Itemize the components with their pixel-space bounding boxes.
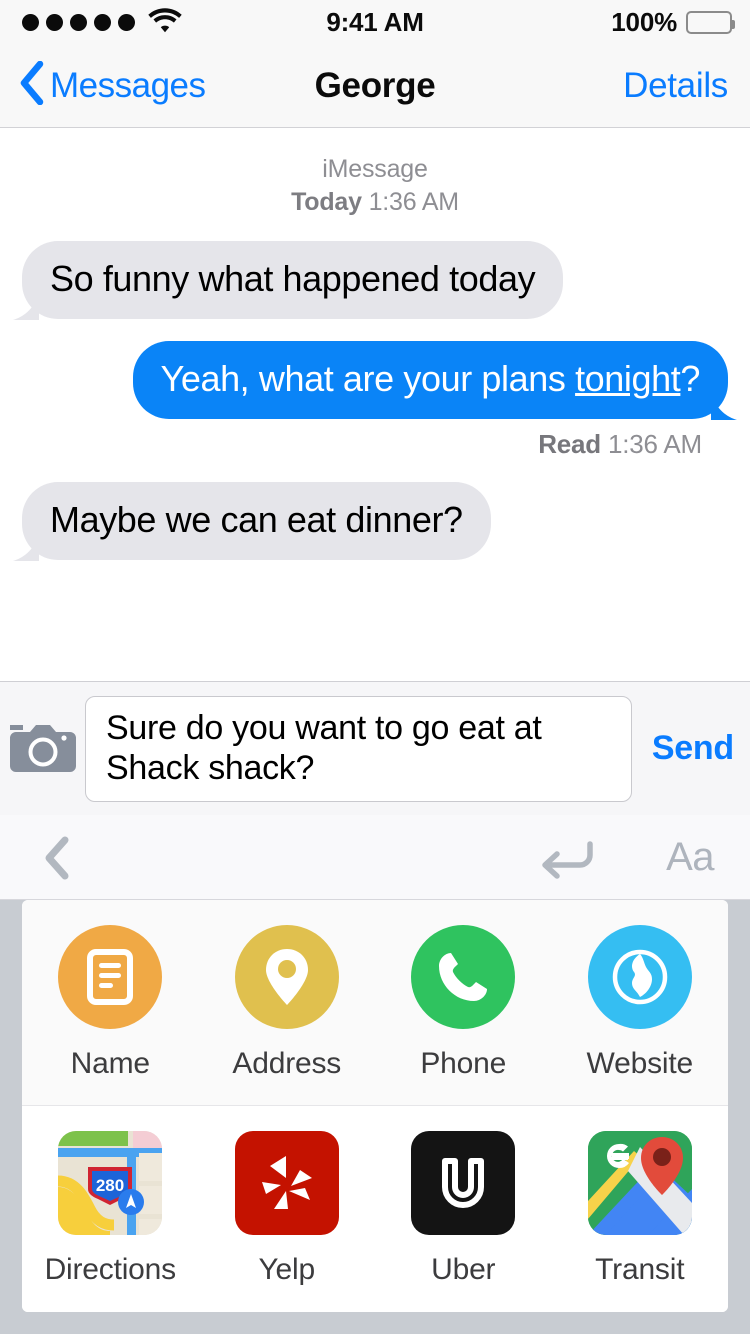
thread-timestamp-header: iMessage Today 1:36 AM <box>0 128 750 219</box>
camera-button[interactable] <box>0 720 85 777</box>
accessory-back-button[interactable] <box>42 836 70 885</box>
battery-percent-label: 100% <box>611 6 677 37</box>
phone-icon-wrap <box>411 924 516 1029</box>
name-icon-wrap <box>58 924 163 1029</box>
bubble-tail-icon <box>711 394 737 420</box>
details-button[interactable]: Details <box>623 44 728 127</box>
action-item-label: Phone <box>420 1046 507 1080</box>
action-item-label: Uber <box>431 1253 496 1286</box>
bubble-tail-icon <box>13 294 39 320</box>
messages-screen: 9:41 AM 100% Messages George Details iMe… <box>0 0 750 1334</box>
battery-full-icon <box>686 10 735 34</box>
action-item-label: Address <box>232 1046 342 1080</box>
globe-icon <box>587 924 692 1029</box>
action-item-directions[interactable]: 280 Directions <box>22 1106 199 1312</box>
message-row-incoming-2: Maybe we can eat dinner? <box>0 482 750 561</box>
message-link-tonight[interactable]: tonight <box>575 358 681 399</box>
action-sheet-row-apps: 280 Directions Yelp Uber Transit <box>22 1106 728 1312</box>
message-text-after-link: ? <box>680 358 700 399</box>
message-text: Maybe we can eat dinner? <box>50 499 463 540</box>
thread-day-label: Today <box>291 188 362 216</box>
address-icon-wrap <box>234 924 339 1029</box>
message-bubble[interactable]: So funny what happened today <box>13 241 564 320</box>
message-input-bar: Sure do you want to go eat at Shack shac… <box>0 681 750 815</box>
message-text-before-link: Yeah, what are your plans <box>160 358 576 399</box>
message-row-incoming-1: So funny what happened today <box>0 241 750 320</box>
action-item-uber[interactable]: Uber <box>375 1106 552 1312</box>
send-button[interactable]: Send <box>646 729 750 768</box>
uber-icon-wrap <box>411 1131 516 1235</box>
action-item-website[interactable]: Website <box>552 900 729 1105</box>
action-item-label: Directions <box>44 1253 177 1286</box>
accessory-return-button[interactable] <box>536 839 596 884</box>
status-bar: 9:41 AM 100% <box>0 0 750 44</box>
receipt-status: Read <box>538 429 601 459</box>
action-item-yelp[interactable]: Yelp <box>199 1106 376 1312</box>
service-label: iMessage <box>322 155 428 183</box>
apple-maps-icon: 280 <box>58 1131 163 1235</box>
svg-text:280: 280 <box>96 1176 124 1195</box>
action-item-name[interactable]: Name <box>22 900 199 1105</box>
action-item-label: Transit <box>595 1253 685 1286</box>
chevron-left-icon <box>42 836 70 884</box>
message-transcript[interactable]: iMessage Today 1:36 AM So funny what hap… <box>0 128 750 681</box>
message-row-outgoing-1: Yeah, what are your plans tonight? Read … <box>0 341 750 460</box>
map-pin-icon <box>234 924 339 1029</box>
text-format-button[interactable]: Aa <box>666 815 714 899</box>
message-bubble[interactable]: Yeah, what are your plans tonight? <box>132 341 737 420</box>
delivery-receipt: Read 1:36 AM <box>22 429 728 460</box>
navigation-bar: Messages George Details <box>0 44 750 128</box>
action-sheet-row-fields: Name Address Phone Website <box>22 900 728 1106</box>
action-item-phone[interactable]: Phone <box>375 900 552 1105</box>
google-maps-icon <box>587 1131 692 1235</box>
message-compose-input[interactable]: Sure do you want to go eat at Shack shac… <box>85 695 632 802</box>
bubble-tail-icon <box>13 535 39 561</box>
camera-icon <box>9 720 76 777</box>
status-bar-right: 100% <box>611 0 735 44</box>
message-bubble[interactable]: Maybe we can eat dinner? <box>13 482 491 561</box>
receipt-time: 1:36 AM <box>608 429 702 459</box>
action-item-label: Website <box>586 1046 694 1080</box>
action-item-label: Name <box>70 1046 150 1080</box>
action-item-transit[interactable]: Transit <box>552 1106 729 1312</box>
return-arrow-icon <box>536 841 596 883</box>
message-text: So funny what happened today <box>50 258 536 299</box>
yelp-icon <box>234 1131 339 1235</box>
transit-icon-wrap <box>587 1131 692 1235</box>
keyboard-accessory-toolbar: Aa <box>0 815 750 900</box>
website-icon-wrap <box>587 924 692 1029</box>
yelp-icon-wrap <box>234 1131 339 1235</box>
data-detector-action-sheet: Name Address Phone Website 280 Direction… <box>22 900 728 1312</box>
action-item-label: Yelp <box>258 1253 316 1286</box>
action-item-address[interactable]: Address <box>199 900 376 1105</box>
directions-icon-wrap: 280 <box>58 1131 163 1235</box>
document-icon <box>58 924 163 1029</box>
phone-icon <box>411 924 516 1029</box>
battery-nub <box>731 19 735 29</box>
thread-time-label: 1:36 AM <box>368 188 460 216</box>
uber-icon <box>411 1131 516 1235</box>
